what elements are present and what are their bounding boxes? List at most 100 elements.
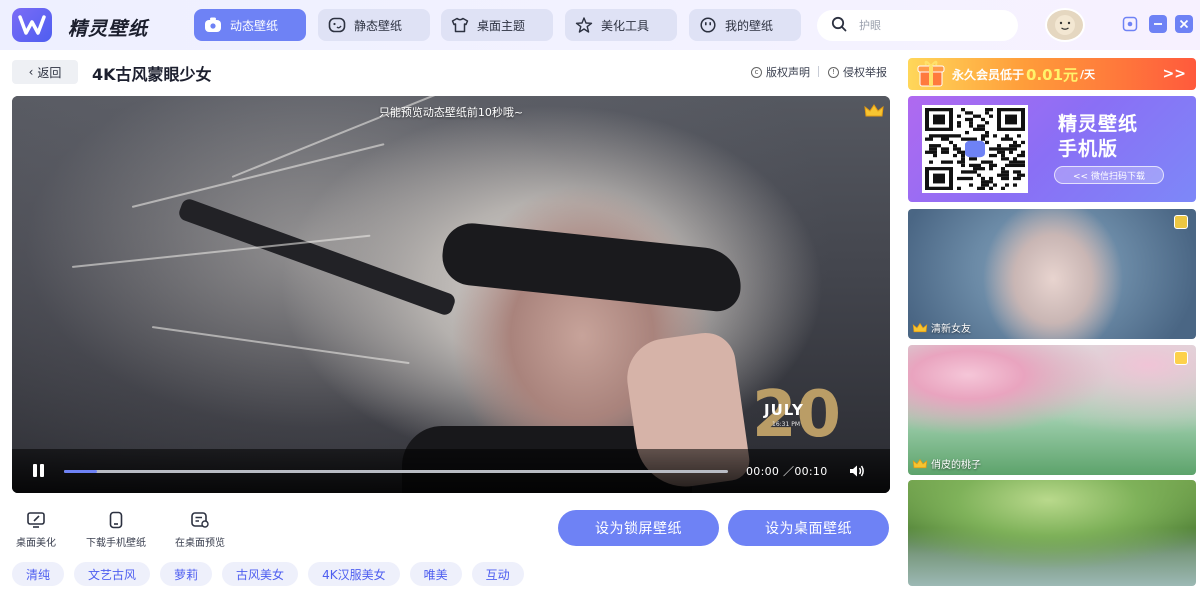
vip-unit: /天 xyxy=(1080,68,1096,81)
divider xyxy=(818,66,819,77)
crown-icon xyxy=(864,104,884,117)
blindfold-shape xyxy=(439,220,745,314)
tag-item[interactable]: 清纯 xyxy=(12,562,65,586)
image-face-icon xyxy=(328,16,346,34)
mobile-title-line2: 手机版 xyxy=(1058,138,1119,160)
video-icon xyxy=(204,16,222,34)
wallpaper-thumbnail[interactable]: 清新女友 xyxy=(908,209,1196,339)
clock-time: 16:31 PM xyxy=(772,421,800,428)
vip-promo-banner[interactable]: 永久会员低于 0.01元 /天 >> xyxy=(908,58,1196,90)
volume-button[interactable] xyxy=(848,462,866,480)
download-phone-wallpaper-button[interactable]: 下载手机壁纸 xyxy=(78,510,154,549)
back-button[interactable]: ‹ 返回 xyxy=(12,60,78,84)
smile-icon xyxy=(699,16,717,34)
crown-icon xyxy=(912,322,928,332)
tab-label: 静态壁纸 xyxy=(354,18,403,33)
hair-streak xyxy=(131,143,385,208)
mobile-app-promo[interactable]: 精灵壁纸 手机版 << 微信扫码下载 xyxy=(908,96,1196,202)
sparkle-star-icon xyxy=(575,16,593,34)
progress-fill xyxy=(64,470,98,473)
tag-item[interactable]: 唯美 xyxy=(409,562,462,586)
video-player[interactable]: 20 JULY 16:31 PM 只能预览动态壁纸前10秒哦~ 00:00 ／0… xyxy=(12,96,890,493)
tag-item[interactable]: 互动 xyxy=(471,562,524,586)
mobile-title: 精灵壁纸 手机版 xyxy=(1058,112,1138,162)
tag-list: 清纯 文艺古风 萝莉 古风美女 4K汉服美女 唯美 互动 xyxy=(12,562,534,586)
thumbnail-label: 俏皮的桃子 xyxy=(912,456,981,471)
crown-icon xyxy=(912,458,928,468)
preview-on-desktop-button[interactable]: 在桌面预览 xyxy=(168,510,232,549)
tool-label: 在桌面预览 xyxy=(175,538,225,549)
avatar-face-icon xyxy=(1055,15,1075,35)
top-bar: 精灵壁纸 动态壁纸 静态壁纸 桌面主题 美化工具 我的壁纸 xyxy=(0,0,1200,50)
copyright-label: 版权声明 xyxy=(766,66,810,79)
copyright-notice-link[interactable]: c 版权声明 xyxy=(751,64,810,80)
desktop-brush-icon xyxy=(26,510,46,530)
close-icon xyxy=(1179,19,1189,29)
hair-streak xyxy=(151,326,410,365)
tag-item[interactable]: 古风美女 xyxy=(222,562,299,586)
gift-box-icon xyxy=(914,58,950,90)
app-name: 精灵壁纸 xyxy=(68,18,149,40)
desktop-beautify-button[interactable]: 桌面美化 xyxy=(10,510,62,549)
search-input[interactable] xyxy=(859,19,999,32)
tab-beautify-tools[interactable]: 美化工具 xyxy=(565,9,677,41)
double-chevron-right-icon: >> xyxy=(1162,66,1186,82)
set-lock-screen-button[interactable]: 设为锁屏壁纸 xyxy=(558,510,719,546)
desktop-preview-icon xyxy=(190,510,210,530)
report-link[interactable]: ! 侵权举报 xyxy=(828,64,887,80)
tab-static-wallpaper[interactable]: 静态壁纸 xyxy=(318,9,430,41)
clock-month: JULY xyxy=(764,401,804,419)
eye-icon xyxy=(1122,16,1138,32)
phone-icon xyxy=(106,510,126,530)
tab-label: 动态壁纸 xyxy=(230,18,279,33)
preview-notice: 只能预览动态壁纸前10秒哦~ xyxy=(378,106,524,119)
time-display: 00:00 ／00:10 xyxy=(746,463,828,479)
copyright-icon: c xyxy=(751,66,762,78)
pause-button[interactable] xyxy=(32,464,46,478)
thumbnail-title: 俏皮的桃子 xyxy=(931,460,981,471)
page-title: 4K古风蒙眼少女 xyxy=(92,65,212,84)
tool-label: 下载手机壁纸 xyxy=(86,538,146,549)
close-button[interactable] xyxy=(1175,15,1193,33)
qr-code xyxy=(922,105,1028,193)
qr-code-image xyxy=(925,108,1025,190)
volume-icon xyxy=(850,465,864,477)
alert-icon: ! xyxy=(828,66,839,78)
wechat-scan-label: << 微信扫码下载 xyxy=(1054,166,1164,184)
current-time: 00:00 xyxy=(746,465,780,478)
time-separator: ／ xyxy=(783,465,795,478)
thumbnail-label: 清新女友 xyxy=(912,320,971,335)
progress-bar[interactable] xyxy=(64,470,728,473)
shirt-icon xyxy=(451,16,469,34)
vip-text: 永久会员低于 xyxy=(952,67,1025,82)
tab-label: 桌面主题 xyxy=(477,18,526,33)
wallpaper-thumbnail[interactable]: 俏皮的桃子 xyxy=(908,345,1196,475)
tab-dynamic-wallpaper[interactable]: 动态壁纸 xyxy=(194,9,306,41)
report-label: 侵权举报 xyxy=(843,66,887,79)
app-logo[interactable] xyxy=(12,8,52,42)
minimize-button[interactable] xyxy=(1149,15,1167,33)
eye-protection-button[interactable] xyxy=(1121,15,1139,33)
minimize-icon xyxy=(1154,23,1162,25)
mobile-title-line1: 精灵壁纸 xyxy=(1058,113,1139,135)
search-icon xyxy=(831,16,847,36)
tag-item[interactable]: 文艺古风 xyxy=(74,562,151,586)
player-controls: 00:00 ／00:10 xyxy=(12,449,890,493)
tag-item[interactable]: 4K汉服美女 xyxy=(308,562,400,586)
logo-w-icon xyxy=(18,15,46,35)
wallpaper-preview-image: 20 JULY 16:31 PM xyxy=(12,96,890,493)
set-desktop-button[interactable]: 设为桌面壁纸 xyxy=(728,510,889,546)
avatar[interactable] xyxy=(1045,8,1085,42)
tool-label: 桌面美化 xyxy=(16,538,56,549)
tab-label: 我的壁纸 xyxy=(725,18,774,33)
chevron-left-icon: ‹ xyxy=(28,65,34,79)
tab-my-wallpaper[interactable]: 我的壁纸 xyxy=(689,9,801,41)
dynamic-badge-icon xyxy=(1174,215,1188,229)
dynamic-badge-icon xyxy=(1174,351,1188,365)
tag-item[interactable]: 萝莉 xyxy=(160,562,213,586)
wallpaper-thumbnail[interactable] xyxy=(908,480,1196,586)
back-label: 返回 xyxy=(37,65,62,80)
search-box[interactable] xyxy=(817,10,1018,41)
blindfold-ribbon-shape xyxy=(176,197,458,317)
tab-desktop-theme[interactable]: 桌面主题 xyxy=(441,9,553,41)
